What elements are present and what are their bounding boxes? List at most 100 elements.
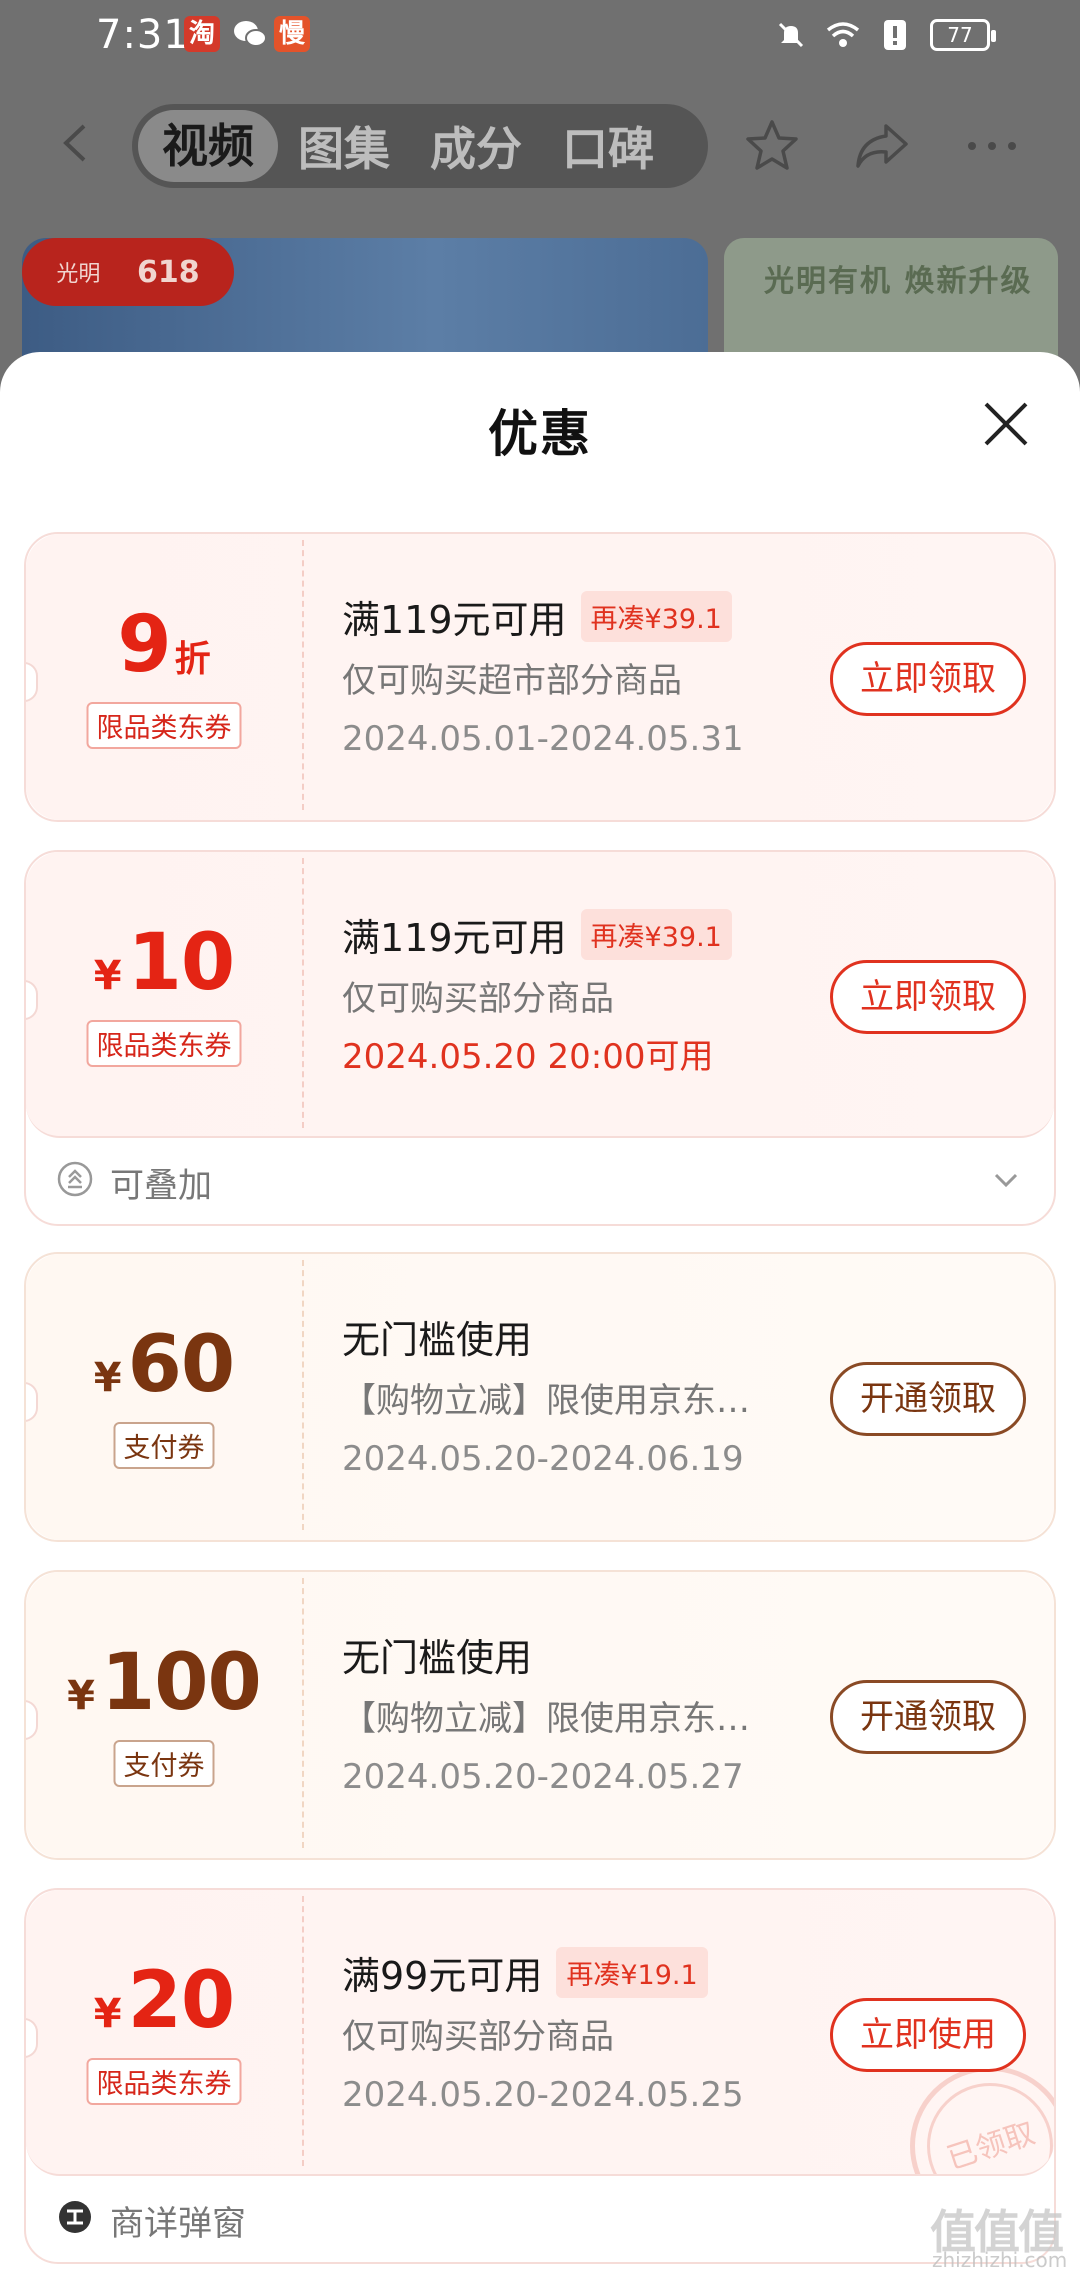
coupon-amount-number: 60 bbox=[127, 1320, 236, 1410]
coupon-condition-line: 满119元可用 再凑¥39.1 bbox=[342, 904, 842, 964]
coupon-amount-unit: 折 bbox=[174, 639, 211, 680]
coupon-amount-number: 9 bbox=[117, 600, 171, 690]
coupon-divider bbox=[302, 540, 304, 810]
coupon-scope: 仅可购买部分商品 bbox=[342, 979, 614, 1019]
coupon-condition: 满119元可用 bbox=[342, 597, 567, 642]
coupon-type-tag: 支付券 bbox=[113, 1740, 215, 1787]
coupon-currency: ¥ bbox=[93, 1355, 122, 1401]
coupon-body: ¥ 100 支付券 无门槛使用 【购物立减】限使用京东… 2024.05.20-… bbox=[26, 1572, 1054, 1858]
coupon-value-block: 9 折 限品类东券 bbox=[26, 534, 302, 820]
coupon-currency: ¥ bbox=[67, 1673, 95, 1719]
status-indicators: 77 bbox=[774, 18, 996, 52]
coupon-validity: 2024.05.20-2024.05.27 bbox=[342, 1757, 744, 1797]
sim-alert-icon bbox=[878, 18, 912, 52]
activate-claim-button[interactable]: 开通领取 bbox=[830, 1362, 1026, 1436]
chevron-down-icon bbox=[988, 1162, 1024, 1198]
favorite-star-icon[interactable] bbox=[742, 116, 802, 176]
thumbnail-caption: 光明有机 焕新升级 bbox=[764, 264, 1033, 299]
product-nav-bar: 视频 图集 成分 口碑 bbox=[0, 96, 1080, 196]
coupon-amount-number: 20 bbox=[127, 1956, 236, 2046]
coupon-condition: 无门槛使用 bbox=[342, 1317, 533, 1362]
tab-ingredients[interactable]: 成分 bbox=[410, 113, 542, 179]
activate-claim-button[interactable]: 开通领取 bbox=[830, 1680, 1026, 1754]
coupon-validity: 2024.05.20-2024.05.25 bbox=[342, 2075, 744, 2115]
claim-button[interactable]: 立即领取 bbox=[830, 642, 1026, 716]
coupon-remaining-badge: 再凑¥39.1 bbox=[580, 908, 732, 960]
app-notification-icon: 慢 bbox=[274, 16, 310, 52]
banner-brand-chip: 光明 618 bbox=[22, 238, 234, 306]
coupon-amount: ¥ 10 bbox=[26, 918, 302, 1008]
claim-button[interactable]: 立即领取 bbox=[830, 960, 1026, 1034]
coupon-body: 9 折 限品类东券 满119元可用 再凑¥39.1 仅可购买超市部分商品 202… bbox=[26, 534, 1054, 820]
close-icon[interactable] bbox=[980, 398, 1032, 450]
coupon-amount: ¥ 60 bbox=[26, 1320, 302, 1410]
banner-event: 618 bbox=[137, 254, 200, 290]
coupon-sheet: 优惠 9 折 限品类东券 满119元可用 再凑¥39.1 仅可购买超市部分商品 … bbox=[0, 352, 1080, 2280]
coupon-amount-number: 10 bbox=[127, 918, 236, 1008]
wifi-icon bbox=[826, 18, 860, 52]
coupon-remaining-badge: 再凑¥39.1 bbox=[580, 590, 732, 642]
coupon-type-tag: 支付券 bbox=[113, 1422, 215, 1469]
coupon-body: ¥ 10 限品类东券 满119元可用 再凑¥39.1 仅可购买部分商品 2024… bbox=[26, 852, 1054, 1138]
coupon-condition: 满119元可用 bbox=[342, 915, 567, 960]
wechat-notification-icon bbox=[232, 16, 268, 52]
coupon-card: ¥ 20 限品类东券 满99元可用 再凑¥19.1 仅可购买部分商品 2024.… bbox=[24, 1888, 1056, 2264]
coupon-type-tag: 限品类东券 bbox=[86, 2058, 242, 2105]
popup-source-icon bbox=[56, 2198, 94, 2236]
coupon-divider bbox=[302, 1896, 304, 2166]
coupon-amount-number: 100 bbox=[101, 1638, 262, 1728]
coupon-type-tag: 限品类东券 bbox=[86, 1020, 242, 1067]
coupon-scope: 仅可购买部分商品 bbox=[342, 2017, 614, 2057]
detail-popup-row[interactable]: 商详弹窗 bbox=[26, 2176, 1054, 2262]
coupon-info: 无门槛使用 【购物立减】限使用京东… 2024.05.20-2024.06.19 bbox=[342, 1306, 842, 1488]
coupon-scope: 【购物立减】限使用京东… bbox=[342, 1699, 750, 1739]
coupon-condition: 满99元可用 bbox=[342, 1953, 543, 1998]
status-time: 7:31 bbox=[96, 12, 190, 58]
coupon-scope: 仅可购买超市部分商品 bbox=[342, 661, 682, 701]
tab-gallery[interactable]: 图集 bbox=[278, 113, 410, 179]
coupon-condition-line: 满119元可用 再凑¥39.1 bbox=[342, 586, 842, 646]
coupon-divider bbox=[302, 1578, 304, 1848]
coupon-condition-line: 满99元可用 再凑¥19.1 bbox=[342, 1942, 842, 2002]
coupon-validity: 2024.05.20-2024.06.19 bbox=[342, 1439, 744, 1479]
tab-reviews[interactable]: 口碑 bbox=[542, 113, 674, 179]
coupon-value-block: ¥ 20 限品类东券 bbox=[26, 1890, 302, 2174]
coupon-body: ¥ 20 限品类东券 满99元可用 再凑¥19.1 仅可购买部分商品 2024.… bbox=[26, 1890, 1054, 2176]
coupon-type-tag: 限品类东券 bbox=[86, 702, 242, 749]
coupon-value-block: ¥ 10 限品类东券 bbox=[26, 852, 302, 1136]
banner-brand: 光明 bbox=[56, 262, 101, 287]
coupon-card: ¥ 10 限品类东券 满119元可用 再凑¥39.1 仅可购买部分商品 2024… bbox=[24, 850, 1056, 1226]
coupon-remaining-badge: 再凑¥19.1 bbox=[556, 1946, 708, 1998]
coupon-scope: 【购物立减】限使用京东… bbox=[342, 1381, 750, 1421]
coupon-validity: 2024.05.20 20:00可用 bbox=[342, 1037, 714, 1077]
coupon-condition-line: 无门槛使用 bbox=[342, 1624, 842, 1684]
coupon-info: 满119元可用 再凑¥39.1 仅可购买部分商品 2024.05.20 20:0… bbox=[342, 904, 842, 1086]
coupon-condition-line: 无门槛使用 bbox=[342, 1306, 842, 1366]
coupon-info: 满119元可用 再凑¥39.1 仅可购买超市部分商品 2024.05.01-20… bbox=[342, 586, 842, 768]
use-now-button[interactable]: 立即使用 bbox=[830, 1998, 1026, 2072]
coupon-value-block: ¥ 100 支付券 bbox=[26, 1572, 302, 1858]
taobao-notification-icon: 淘 bbox=[184, 16, 220, 52]
coupon-divider bbox=[302, 858, 304, 1128]
coupon-value-block: ¥ 60 支付券 bbox=[26, 1254, 302, 1540]
stackable-icon bbox=[56, 1160, 94, 1198]
coupon-body: ¥ 60 支付券 无门槛使用 【购物立减】限使用京东… 2024.05.20-2… bbox=[26, 1254, 1054, 1540]
watermark-site: zhizhizhi.com bbox=[932, 2248, 1068, 2272]
share-icon[interactable] bbox=[852, 118, 912, 174]
coupon-currency: ¥ bbox=[93, 953, 122, 999]
stackable-label: 可叠加 bbox=[110, 1166, 212, 1206]
status-bar: 7:31 淘 慢 77 bbox=[0, 0, 1080, 72]
detail-popup-label: 商详弹窗 bbox=[110, 2204, 246, 2244]
back-icon[interactable] bbox=[52, 118, 102, 168]
coupon-condition: 无门槛使用 bbox=[342, 1635, 533, 1680]
more-icon[interactable] bbox=[962, 126, 1022, 166]
stackable-row[interactable]: 可叠加 bbox=[26, 1138, 1054, 1224]
coupon-card: ¥ 60 支付券 无门槛使用 【购物立减】限使用京东… 2024.05.20-2… bbox=[24, 1252, 1056, 1542]
sheet-title: 优惠 bbox=[488, 405, 592, 463]
coupon-divider bbox=[302, 1260, 304, 1530]
coupon-amount: ¥ 20 bbox=[26, 1956, 302, 2046]
coupon-amount: 9 折 bbox=[26, 600, 302, 690]
claimed-stamp: 已领取 bbox=[910, 2066, 1054, 2174]
coupon-info: 满99元可用 再凑¥19.1 仅可购买部分商品 2024.05.20-2024.… bbox=[342, 1942, 842, 2124]
tab-video[interactable]: 视频 bbox=[138, 110, 278, 182]
